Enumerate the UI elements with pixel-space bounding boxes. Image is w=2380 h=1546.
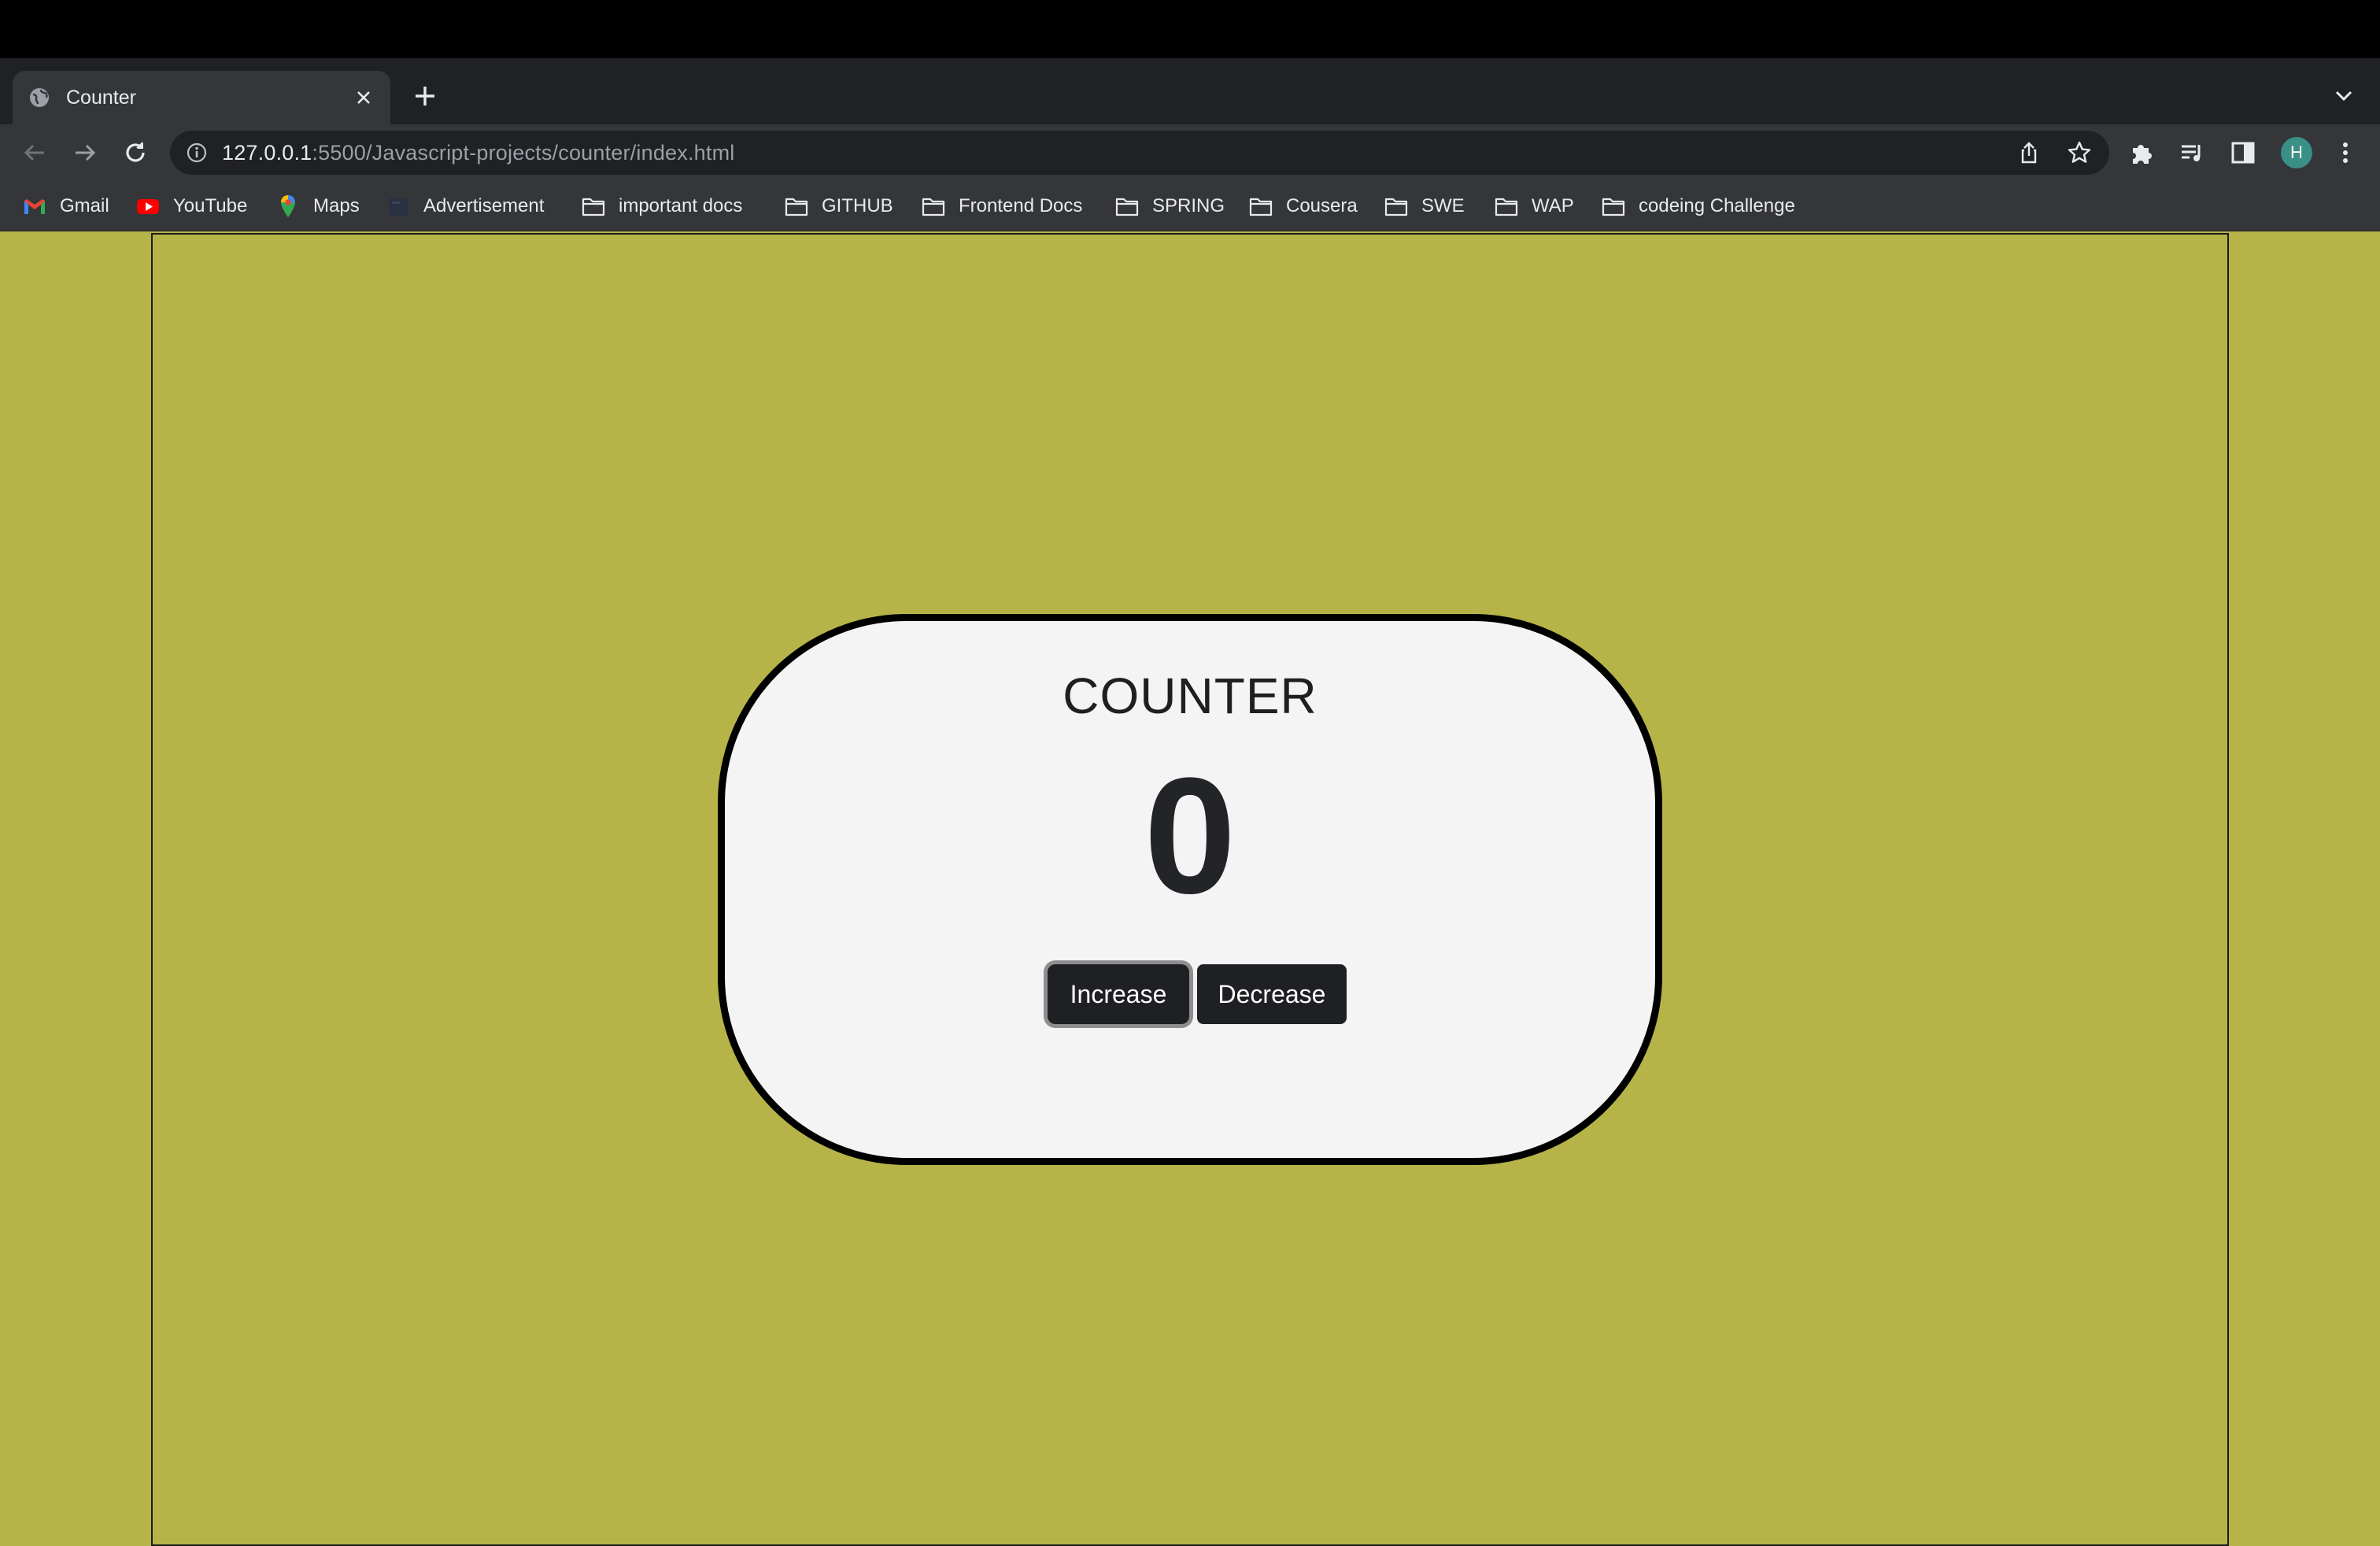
bookmark-label: SPRING [1152,195,1225,216]
reload-icon[interactable] [120,137,151,168]
bookmark-label: codeing Challenge [1639,195,1795,216]
decrease-button[interactable]: Decrease [1197,964,1347,1024]
bookmark-label: Maps [313,195,360,216]
folder-icon [1384,198,1408,216]
bookmark-label: WAP [1532,195,1574,216]
side-panel-icon[interactable] [2229,139,2257,167]
profile-avatar[interactable]: H [2281,137,2312,168]
more-menu-icon[interactable] [2331,139,2360,167]
bookmark-label: GITHUB [822,195,893,216]
url-host: 127.0.0.1 [222,140,312,165]
bookmark-folder-frontend-docs[interactable]: Frontend Docs [921,192,1082,220]
bookmark-label: Advertisement [423,195,545,216]
counter-card: COUNTER 0 Increase Decrease [718,614,1662,1165]
forward-icon[interactable] [69,137,101,168]
media-queue-icon[interactable] [2179,139,2207,167]
tab-title: Counter [66,86,136,109]
bookmark-label: Frontend Docs [959,195,1083,216]
bookmark-label: SWE [1421,195,1465,216]
globe-icon [28,87,50,109]
bookmark-folder-cousera[interactable]: Cousera [1248,192,1358,220]
bookmark-advertisement[interactable]: Advertisement [386,192,544,220]
share-icon[interactable] [2016,140,2042,165]
bookmark-folder-github[interactable]: GITHUB [784,192,893,220]
folder-icon [922,198,945,216]
bookmark-label: YouTube [173,195,248,216]
bookmark-folder-codeing-challenge[interactable]: codeing Challenge [1601,192,1795,220]
screen-top-bar [0,0,2380,58]
bookmark-folder-wap[interactable]: WAP [1494,192,1574,220]
folder-icon [1602,198,1625,216]
address-bar[interactable]: 127.0.0.1:5500/Javascript-projects/count… [170,131,2109,175]
folder-icon [582,198,605,216]
bookmark-label: Cousera [1286,195,1358,216]
bookmark-youtube[interactable]: YouTube [135,192,247,220]
bookmark-folder-spring[interactable]: SPRING [1114,192,1225,220]
extensions-puzzle-icon[interactable] [2128,139,2156,167]
increase-button[interactable]: Increase [1048,964,1189,1024]
new-tab-icon[interactable] [409,80,441,112]
folder-icon [1115,198,1139,216]
bookmark-folder-important-docs[interactable]: important docs [581,192,742,220]
close-tab-icon[interactable] [353,87,375,109]
counter-value: 0 [1144,743,1236,928]
url-text: 127.0.0.1:5500/Javascript-projects/count… [222,141,734,165]
folder-icon [1495,198,1518,216]
back-icon[interactable] [19,137,50,168]
bookmark-folder-swe[interactable]: SWE [1384,192,1465,220]
page-icon [389,198,408,216]
folder-icon [785,198,808,216]
tab-counter[interactable]: Counter [13,71,390,124]
gmail-icon [24,199,45,214]
bookmark-label: Gmail [60,195,109,216]
counter-title: COUNTER [1062,668,1318,724]
tab-search-chevron-icon[interactable] [2330,82,2358,110]
bookmark-gmail[interactable]: Gmail [22,192,109,220]
maps-icon [281,195,295,217]
bookmark-star-icon[interactable] [2067,140,2092,165]
site-info-icon[interactable] [186,142,208,164]
bookmark-label: important docs [619,195,743,216]
bookmark-maps[interactable]: Maps [275,192,360,220]
tab-strip: Counter [0,58,2380,124]
youtube-icon [137,199,159,214]
folder-icon [1249,198,1273,216]
url-path: :5500/Javascript-projects/counter/index.… [312,140,735,165]
